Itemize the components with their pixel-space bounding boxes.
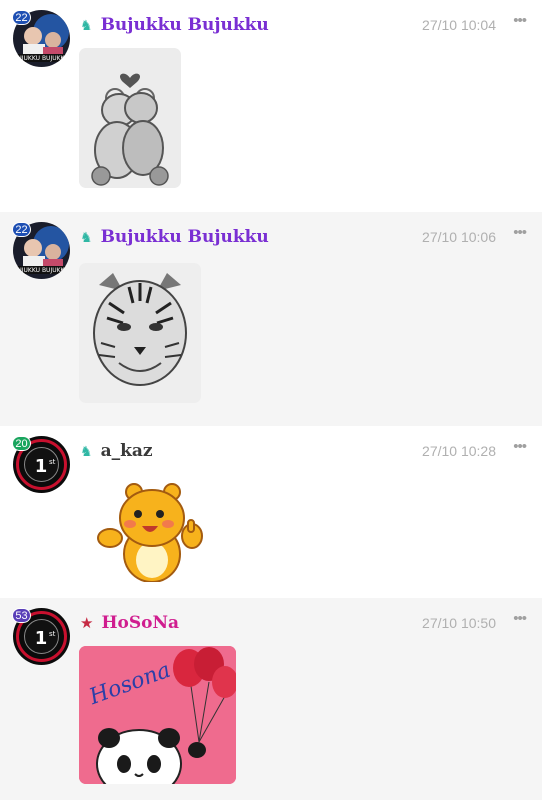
level-badge: 53 bbox=[12, 608, 31, 623]
timestamp: 27/10 10:50 bbox=[422, 615, 496, 631]
timestamp: 27/10 10:06 bbox=[422, 229, 496, 245]
username[interactable]: Bujukku Bujukku bbox=[101, 227, 269, 247]
level-badge: 22 bbox=[12, 222, 31, 237]
svg-text:BUJUKKU BUJUKKU: BUJUKKU BUJUKKU bbox=[13, 267, 68, 274]
timestamp: 27/10 10:04 bbox=[422, 17, 496, 33]
timestamp: 27/10 10:28 bbox=[422, 443, 496, 459]
message-sticker[interactable] bbox=[94, 482, 204, 582]
level-badge: 20 bbox=[12, 436, 31, 451]
more-options-icon[interactable]: ••• bbox=[513, 610, 527, 627]
teal-knight-icon: ♞ bbox=[80, 228, 93, 245]
teal-knight-icon: ♞ bbox=[80, 442, 93, 459]
svg-text:st: st bbox=[49, 630, 56, 638]
chat-message: 22 BUJUKKU BUJUKKU ♞ Bujukku Bujukku 27/… bbox=[0, 0, 542, 212]
chat-message: 53 1 st ★ HoSoNa 27/10 10:50 ••• Hosona bbox=[0, 598, 542, 800]
message-image[interactable] bbox=[79, 48, 181, 188]
message-image[interactable]: Hosona bbox=[79, 646, 236, 784]
svg-text:st: st bbox=[49, 458, 56, 466]
more-options-icon[interactable]: ••• bbox=[513, 12, 527, 29]
username[interactable]: a_kaz bbox=[101, 441, 153, 461]
svg-text:BUJUKKU BUJUKKU: BUJUKKU BUJUKKU bbox=[13, 55, 68, 62]
level-badge: 22 bbox=[12, 10, 31, 25]
message-image[interactable] bbox=[79, 263, 201, 403]
chat-message: 22 BUJUKKU BUJUKKU ♞ Bujukku Bujukku 27/… bbox=[0, 212, 542, 426]
more-options-icon[interactable]: ••• bbox=[513, 438, 527, 455]
tiger-sketch-image bbox=[79, 263, 201, 403]
more-options-icon[interactable]: ••• bbox=[513, 224, 527, 241]
svg-text:1: 1 bbox=[35, 628, 48, 649]
teddy-sketch-image bbox=[79, 48, 181, 188]
red-star-icon: ★ bbox=[80, 615, 94, 632]
username[interactable]: Bujukku Bujukku bbox=[101, 15, 269, 35]
yellow-bear-sticker bbox=[97, 483, 203, 582]
svg-text:1: 1 bbox=[35, 456, 48, 477]
username[interactable]: HoSoNa bbox=[101, 613, 179, 633]
chat-message: 20 1 st ♞ a_kaz 27/10 10:28 ••• bbox=[0, 426, 542, 598]
panda-balloons-image: Hosona bbox=[79, 646, 236, 784]
teal-knight-icon: ♞ bbox=[80, 16, 93, 33]
